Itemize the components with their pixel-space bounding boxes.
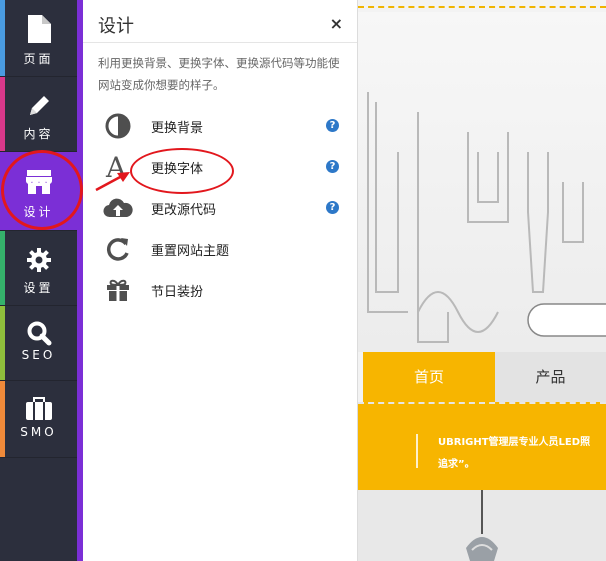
- briefcase-icon: [0, 397, 77, 421]
- nav-item-content[interactable]: 内容: [0, 77, 77, 152]
- band-text-line-2: 追求”。: [438, 459, 475, 470]
- annotation-circle-change-font: [130, 148, 234, 194]
- nav-label: 设置: [23, 281, 54, 295]
- pencil-icon: [0, 93, 77, 119]
- contrast-icon: [103, 112, 133, 140]
- change-background-item[interactable]: 更换背景 ?: [83, 106, 357, 146]
- panel-title: 设计: [98, 16, 134, 37]
- preview-nav-home[interactable]: 首页: [363, 352, 495, 402]
- bulb-icon: [466, 490, 498, 561]
- cloud-upload-icon: [103, 194, 133, 222]
- nav-label: 内容: [23, 127, 54, 141]
- preview-top-border: [358, 6, 606, 8]
- band-text: UBRIGHT管理层专业人员LED照 追求”。: [438, 432, 606, 476]
- item-label: 更改源代码: [151, 203, 217, 218]
- band-divider: [416, 434, 418, 468]
- page-icon: [0, 14, 77, 44]
- nav-item-settings[interactable]: 设置: [0, 231, 77, 306]
- gear-icon: [0, 247, 77, 273]
- design-panel: 设计 × 利用更换背景、更换字体、更换源代码等功能使网站变成你想要的样子。 更换…: [83, 0, 358, 561]
- nav-item-seo[interactable]: SEO: [0, 306, 77, 381]
- preview-intro-band: UBRIGHT管理层专业人员LED照 追求”。: [358, 402, 606, 490]
- band-text-line-1: UBRIGHT管理层专业人员LED照: [438, 437, 591, 448]
- preview-hero-banner: [358, 12, 606, 352]
- item-label: 节日装扮: [151, 285, 204, 300]
- change-source-code-item[interactable]: 更改源代码 ?: [83, 188, 357, 228]
- annotation-arrow-icon: [95, 172, 130, 192]
- hero-sketch-illustration: [367, 92, 606, 343]
- preview-nav: 首页 产品: [358, 352, 606, 402]
- item-label: 重置网站主题: [151, 244, 230, 259]
- item-label: 更换背景: [151, 121, 204, 136]
- gift-icon: [103, 276, 133, 304]
- panel-description: 利用更换背景、更换字体、更换源代码等功能使网站变成你想要的样子。: [98, 56, 340, 92]
- panel-divider: [83, 42, 357, 43]
- preview-nav-product[interactable]: 产品: [495, 352, 606, 402]
- nav-item-page[interactable]: 页面: [0, 0, 77, 77]
- close-icon[interactable]: ×: [330, 14, 343, 33]
- nav-label: SMO: [20, 425, 57, 439]
- annotation-circle-design-nav: [1, 150, 83, 230]
- nav-item-smo[interactable]: SMO: [0, 381, 77, 458]
- reset-theme-item[interactable]: 重置网站主题: [83, 229, 357, 269]
- preview-product-image: [358, 490, 606, 561]
- search-icon: [0, 320, 77, 346]
- help-icon[interactable]: ?: [326, 119, 339, 132]
- holiday-decoration-item[interactable]: 节日装扮: [83, 270, 357, 310]
- reset-icon: [103, 235, 133, 263]
- site-preview: 首页 产品 UBRIGHT管理层专业人员LED照 追求”。: [358, 0, 606, 561]
- nav-label: 页面: [23, 52, 54, 66]
- help-icon[interactable]: ?: [326, 160, 339, 173]
- left-nav: 页面 内容 设计 设置 SEO SMO: [0, 0, 77, 561]
- help-icon[interactable]: ?: [326, 201, 339, 214]
- nav-label: SEO: [21, 348, 56, 362]
